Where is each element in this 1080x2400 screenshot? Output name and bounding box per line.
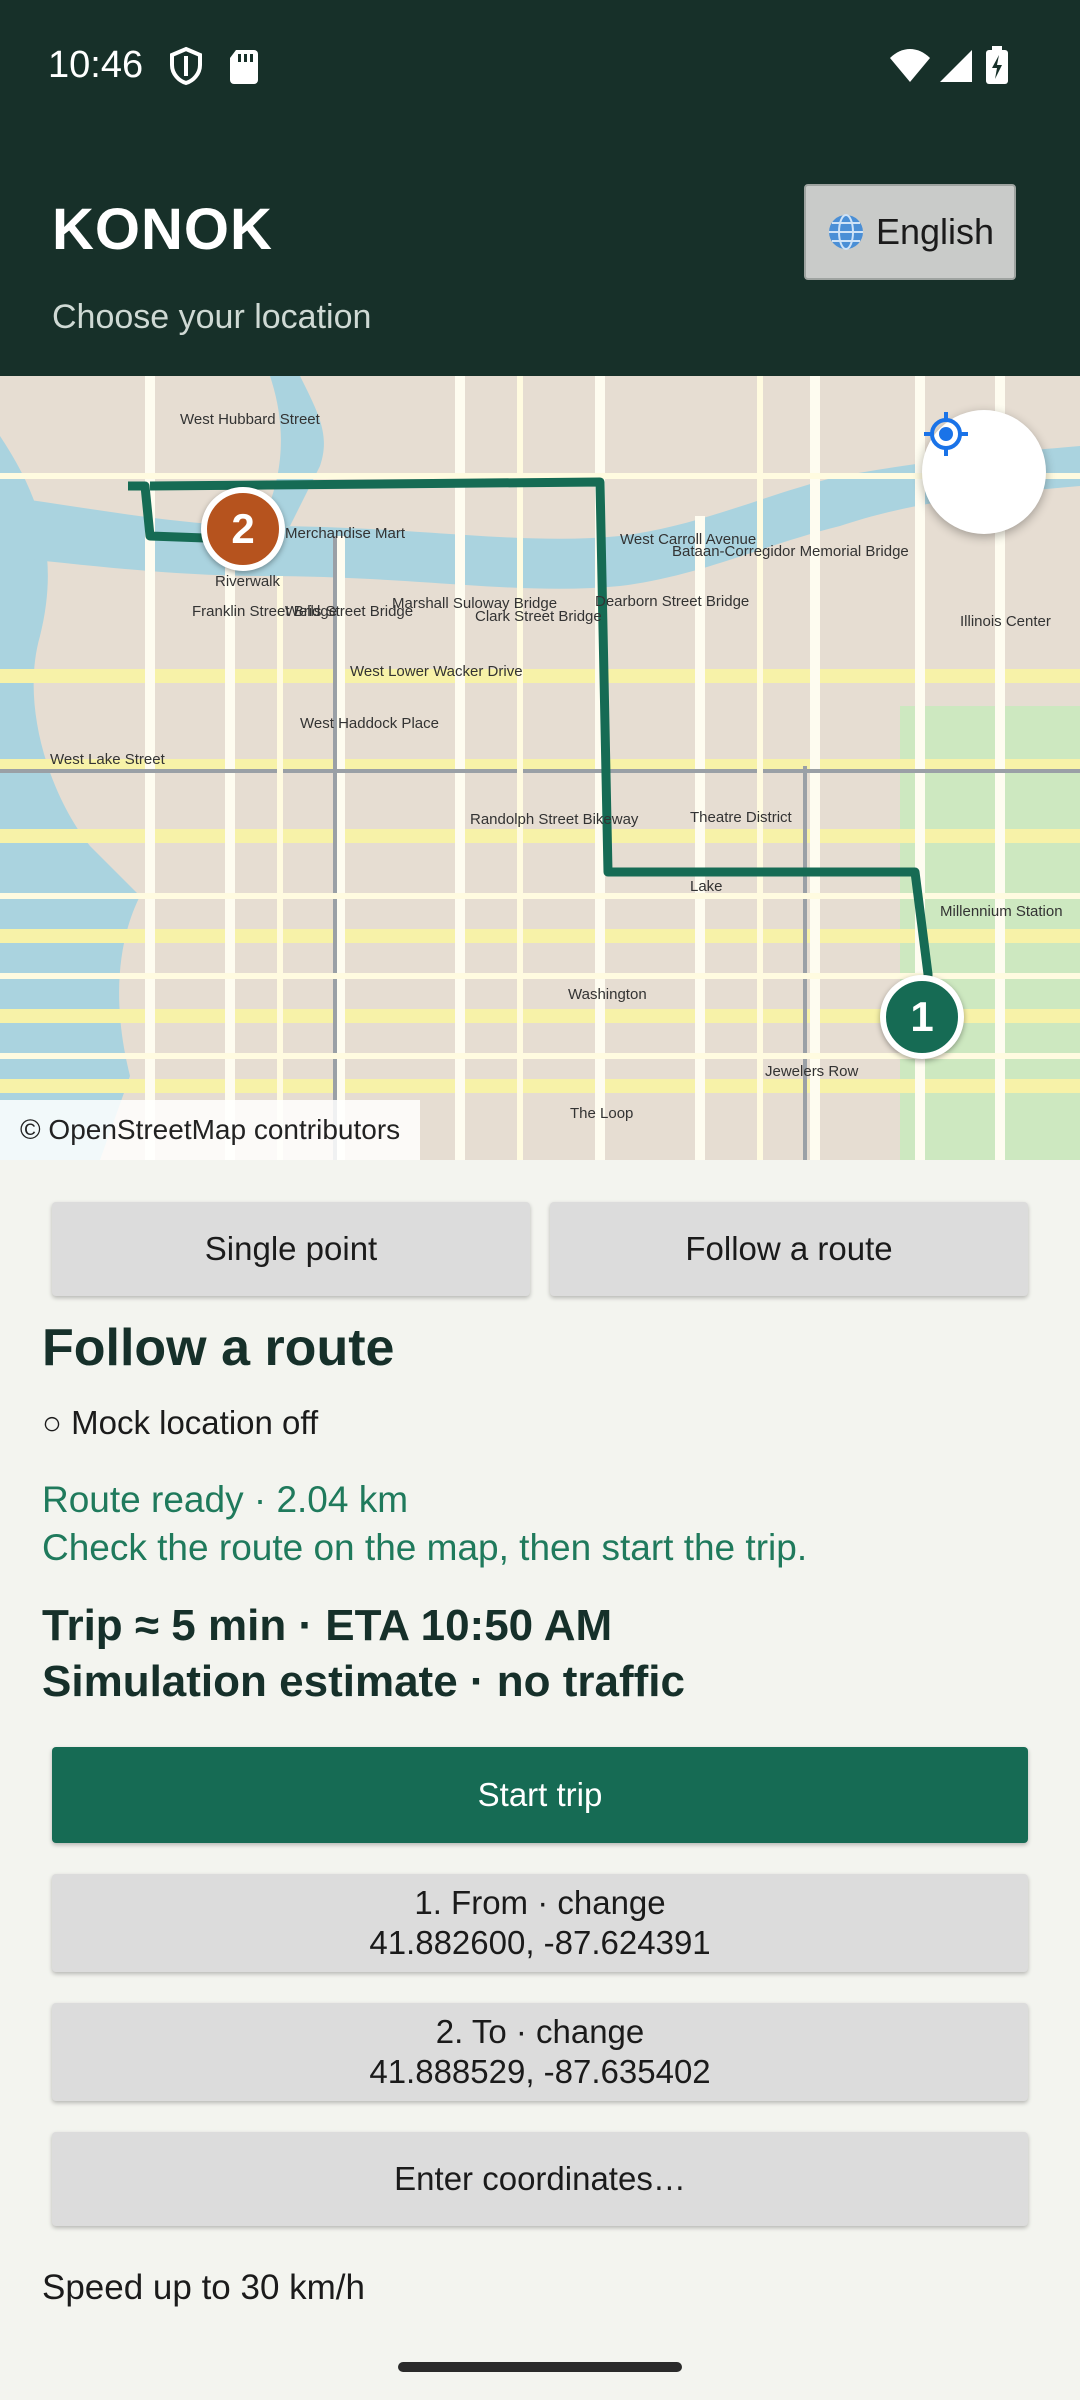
- to-change-button[interactable]: 2. To · change 41.888529, -87.635402: [52, 2003, 1028, 2101]
- crosshair-icon: [924, 412, 968, 456]
- app-title: KONOK: [52, 197, 273, 262]
- svg-text:West Carroll Avenue: West Carroll Avenue: [620, 531, 756, 548]
- svg-text:Lake: Lake: [690, 878, 723, 895]
- from-coordinates: 41.882600, -87.624391: [369, 1924, 711, 1961]
- app-header: 10:46 KONOK Choose your location English: [0, 0, 1080, 376]
- single-point-button[interactable]: Single point: [52, 1202, 530, 1296]
- shield-icon: [170, 46, 202, 86]
- status-time: 10:46: [48, 44, 144, 86]
- mock-location-status: ○ Mock location off: [42, 1404, 319, 1441]
- svg-text:Washington: Washington: [568, 986, 647, 1003]
- language-label: English: [875, 211, 995, 252]
- section-title: Follow a route: [42, 1319, 395, 1377]
- svg-text:West Haddock Place: West Haddock Place: [300, 715, 439, 732]
- language-button[interactable]: English: [804, 184, 1016, 280]
- status-bar: 10:46: [0, 0, 1080, 130]
- app-subtitle: Choose your location: [52, 298, 372, 336]
- svg-text:Dearborn Street Bridge: Dearborn Street Bridge: [595, 593, 749, 610]
- globe-icon: [828, 214, 863, 250]
- svg-text:Theatre District: Theatre District: [690, 809, 793, 826]
- map-attribution[interactable]: © OpenStreetMap contributors: [0, 1100, 420, 1160]
- trip-estimate: Trip ≈ 5 min · ETA 10:50 AM Simulation e…: [42, 1598, 685, 1710]
- from-change-button[interactable]: 1. From · change 41.882600, -87.624391: [52, 1874, 1028, 1972]
- svg-text:Illinois Center: Illinois Center: [960, 613, 1051, 630]
- route-ready-line: Route ready · 2.04 km: [42, 1479, 409, 1520]
- wifi-icon: [890, 49, 930, 82]
- sd-card-icon: [230, 50, 258, 84]
- route-marker-2[interactable]: 2: [201, 487, 285, 571]
- my-location-button[interactable]: [922, 410, 1046, 534]
- from-label: 1. From · change: [414, 1884, 666, 1921]
- svg-text:Riverwalk: Riverwalk: [215, 573, 281, 590]
- svg-text:Clark Street Bridge: Clark Street Bridge: [475, 608, 602, 625]
- svg-text:Randolph Street Bikeway: Randolph Street Bikeway: [470, 811, 639, 828]
- signal-icon: [940, 50, 972, 82]
- route-status: Route ready · 2.04 km Check the route on…: [42, 1476, 807, 1572]
- svg-text:West Lake Street: West Lake Street: [50, 751, 166, 768]
- svg-text:Jewelers Row: Jewelers Row: [765, 1063, 859, 1080]
- speed-text: Speed up to 30 km/h: [42, 2268, 365, 2307]
- to-label: 2. To · change: [435, 2013, 645, 2050]
- trip-note-line: Simulation estimate · no traffic: [42, 1657, 685, 1706]
- svg-text:West Lower Wacker Drive: West Lower Wacker Drive: [350, 663, 523, 680]
- gesture-nav-handle[interactable]: [398, 2362, 682, 2372]
- svg-text:Merchandise Mart: Merchandise Mart: [285, 525, 406, 542]
- svg-text:The Loop: The Loop: [570, 1105, 633, 1122]
- enter-coordinates-button[interactable]: Enter coordinates…: [52, 2132, 1028, 2226]
- map-view[interactable]: West Hubbard Street Merchandise Mart Riv…: [0, 376, 1080, 1160]
- battery-charging-icon: [986, 46, 1008, 84]
- start-trip-button[interactable]: Start trip: [52, 1747, 1028, 1843]
- route-hint-line: Check the route on the map, then start t…: [42, 1527, 808, 1568]
- route-marker-1[interactable]: 1: [880, 975, 964, 1059]
- trip-eta-line: Trip ≈ 5 min · ETA 10:50 AM: [42, 1601, 613, 1650]
- map-label: West Hubbard Street: [180, 411, 321, 428]
- svg-text:Millennium Station: Millennium Station: [940, 903, 1063, 920]
- to-coordinates: 41.888529, -87.635402: [369, 2053, 711, 2090]
- follow-route-button[interactable]: Follow a route: [550, 1202, 1028, 1296]
